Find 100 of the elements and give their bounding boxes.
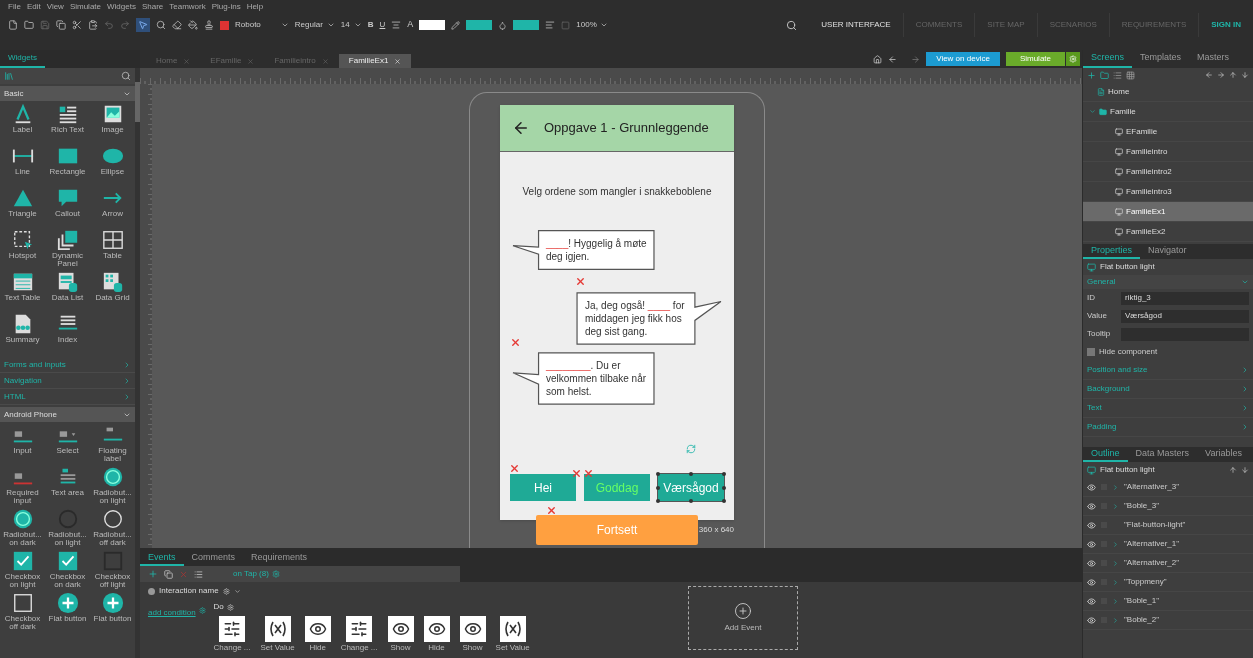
- section-header[interactable]: Android Phone: [0, 407, 135, 422]
- visibility-icon[interactable]: [1087, 520, 1096, 530]
- color-swatch[interactable]: [513, 20, 540, 30]
- visibility-icon[interactable]: [1087, 577, 1096, 587]
- visibility-icon[interactable]: [1087, 596, 1096, 606]
- selection-handle[interactable]: [656, 485, 660, 490]
- expand-icon[interactable]: [1112, 559, 1119, 567]
- caret-icon[interactable]: [1241, 423, 1249, 431]
- add-icon[interactable]: [148, 569, 158, 579]
- tab[interactable]: Requirements: [243, 551, 316, 566]
- action-tile[interactable]: [304, 616, 331, 642]
- home-icon[interactable]: [873, 54, 883, 64]
- selection-handle[interactable]: [722, 499, 726, 503]
- font-icon[interactable]: [220, 20, 229, 30]
- pencil-icon[interactable]: [451, 20, 461, 30]
- search-icon[interactable]: [786, 19, 798, 31]
- caret-icon[interactable]: [233, 587, 241, 595]
- down-arrow-icon[interactable]: [1241, 71, 1249, 79]
- tab[interactable]: Comments: [183, 551, 244, 566]
- font-dropdown[interactable]: Roboto: [235, 19, 289, 31]
- color-swatch[interactable]: [419, 20, 446, 30]
- nav-tab[interactable]: USER INTERFACE: [809, 13, 904, 37]
- selection-handle[interactable]: [656, 472, 660, 476]
- outline-row[interactable]: "Boble_1": [1083, 592, 1253, 611]
- settings-icon[interactable]: [222, 587, 230, 595]
- menu-item[interactable]: Help: [246, 0, 264, 13]
- widget-label[interactable]: Data List: [45, 294, 90, 302]
- visibility-icon[interactable]: [1087, 501, 1096, 511]
- caret-icon[interactable]: [599, 21, 608, 29]
- widget-label[interactable]: Rectangle: [45, 168, 90, 176]
- menu-item[interactable]: Teamwork: [169, 0, 206, 13]
- caret-icon[interactable]: [280, 21, 289, 29]
- outline-item[interactable]: "Boble_2": [1124, 614, 1160, 626]
- copy-icon[interactable]: [164, 569, 173, 579]
- widget-label[interactable]: Checkbox off dark: [0, 615, 45, 631]
- section-header[interactable]: Background: [1083, 380, 1253, 399]
- droplet-icon[interactable]: [498, 20, 508, 30]
- zoom-icon[interactable]: [156, 20, 166, 30]
- expand-icon[interactable]: [1112, 578, 1119, 586]
- caret-icon[interactable]: [1241, 366, 1249, 374]
- visibility-icon[interactable]: [1087, 539, 1096, 549]
- visibility-icon[interactable]: [1087, 482, 1096, 492]
- font-size-dropdown[interactable]: 14: [340, 19, 362, 31]
- folder-icon[interactable]: [1100, 70, 1109, 80]
- widget-label[interactable]: Flat button: [45, 615, 90, 623]
- outline-item[interactable]: "Alternativer_2": [1124, 557, 1180, 569]
- left-arrow-icon[interactable]: [1205, 71, 1213, 79]
- add-condition-link[interactable]: add condition: [148, 607, 196, 619]
- widget-label[interactable]: Text area: [45, 489, 90, 497]
- selection-handle[interactable]: [689, 472, 693, 476]
- checkbox[interactable]: [1087, 348, 1095, 356]
- widget-label[interactable]: Radiobut... on light: [45, 531, 90, 547]
- tree-item[interactable]: Home: [1083, 82, 1253, 102]
- paint-bucket-icon[interactable]: [188, 20, 198, 30]
- tree-item[interactable]: EFamilie: [1083, 122, 1253, 142]
- rotate-handle-icon[interactable]: [686, 444, 696, 454]
- action-tile[interactable]: [387, 616, 414, 642]
- folder-icon[interactable]: [24, 20, 34, 30]
- action-tile[interactable]: [219, 616, 246, 642]
- caret-icon[interactable]: [1241, 404, 1249, 412]
- widget-label[interactable]: Table: [90, 252, 135, 260]
- tab[interactable]: Outline: [1083, 447, 1128, 462]
- widget-label[interactable]: Ellipse: [90, 168, 135, 176]
- caret-icon[interactable]: [353, 21, 362, 29]
- pointer-button[interactable]: [136, 18, 150, 32]
- section-header[interactable]: Position and size: [1083, 361, 1253, 380]
- action-tile[interactable]: [423, 616, 450, 642]
- list-icon[interactable]: [1113, 70, 1122, 80]
- sign-in-link[interactable]: SIGN IN: [1199, 13, 1253, 37]
- widget-label[interactable]: Line: [0, 168, 45, 176]
- menu-item[interactable]: Edit: [26, 0, 41, 13]
- up-arrow-icon[interactable]: [1229, 466, 1237, 474]
- grid-icon[interactable]: [1126, 70, 1135, 80]
- text-color-label[interactable]: A: [407, 18, 414, 32]
- event-tab[interactable]: on Tap (8): [233, 568, 280, 580]
- menu-item[interactable]: Simulate: [69, 0, 101, 13]
- outline-item[interactable]: "Boble_1": [1124, 595, 1160, 607]
- zoom-dropdown[interactable]: 100%: [576, 19, 608, 31]
- tab[interactable]: Variables: [1197, 447, 1250, 462]
- outline-row[interactable]: "Flat-button-light": [1083, 516, 1253, 535]
- search-icon[interactable]: [121, 71, 131, 81]
- tree-item[interactable]: FamilieEx1: [1083, 202, 1253, 222]
- list-icon[interactable]: [194, 569, 203, 579]
- interaction-name[interactable]: Interaction name: [159, 585, 219, 597]
- copy-icon[interactable]: [56, 20, 66, 30]
- widget-label[interactable]: Image: [90, 126, 135, 134]
- expand-icon[interactable]: [1112, 502, 1119, 510]
- cut-icon[interactable]: [72, 20, 82, 30]
- stamp-icon[interactable]: [204, 20, 214, 30]
- widget-label[interactable]: Input: [0, 447, 45, 455]
- widget-label[interactable]: Triangle: [0, 210, 45, 218]
- add-icon[interactable]: [1087, 70, 1096, 80]
- caret-icon[interactable]: [1241, 385, 1249, 393]
- outline-row[interactable]: "Toppmeny": [1083, 573, 1253, 592]
- widget-label[interactable]: Required input: [0, 489, 45, 505]
- library-icon[interactable]: [4, 71, 14, 81]
- scrollbar[interactable]: [135, 68, 140, 658]
- menu-item[interactable]: Share: [141, 0, 164, 13]
- save-icon[interactable]: [40, 20, 50, 30]
- close-icon[interactable]: [394, 57, 402, 65]
